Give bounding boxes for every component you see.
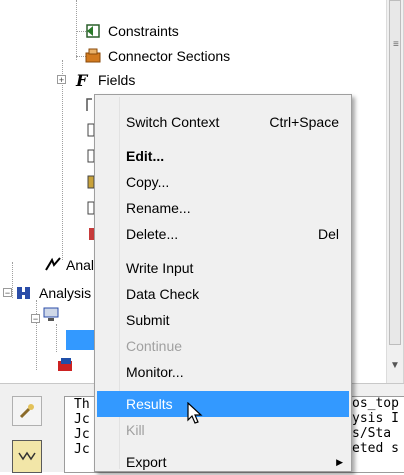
tree-item-icon: [87, 123, 94, 137]
menu-item-results[interactable]: Results: [97, 391, 349, 417]
tree-item-icon: [87, 149, 94, 163]
analysis-steps-icon: [45, 257, 61, 271]
menu-item-label: Data Check: [126, 286, 200, 302]
fields-icon: F: [75, 71, 89, 89]
menu-item-label: Delete...: [126, 226, 179, 242]
jobs-icon: [17, 287, 30, 299]
menu-item-label: Results: [126, 396, 173, 412]
scroll-down-arrow-icon[interactable]: ▼: [390, 360, 400, 371]
tree-scrollbar[interactable]: ≡ ▼: [386, 0, 403, 383]
constraints-icon: [86, 24, 100, 38]
menu-item-data-check[interactable]: Data Check: [97, 281, 349, 307]
menu-item-switch-context[interactable]: Switch Context Ctrl+Space: [97, 109, 349, 135]
menu-item-rename[interactable]: Rename...: [97, 195, 349, 221]
svg-text:F: F: [75, 71, 89, 89]
menu-item-label: Copy...: [126, 174, 170, 190]
menu-item-label: Continue: [126, 338, 183, 354]
tree-item-label: Connector Sections: [108, 48, 231, 64]
menu-item-label: Monitor...: [126, 364, 184, 380]
tree-connector-line: [76, 0, 77, 60]
scroll-thumb[interactable]: ≡: [389, 0, 401, 345]
job-manager-icon: [58, 358, 72, 371]
python-icon: [18, 451, 36, 461]
message-tool-button[interactable]: [12, 396, 42, 426]
menu-item-label: Kill: [126, 422, 145, 438]
expand-plus-icon[interactable]: +: [57, 75, 66, 85]
tree-connector-line: [56, 324, 57, 352]
menu-item-shortcut: Ctrl+Space: [269, 114, 339, 130]
menu-item-monitor[interactable]: Monitor...: [97, 359, 349, 385]
menu-item-delete[interactable]: Delete... Del: [97, 221, 349, 247]
menu-item-submit[interactable]: Submit: [97, 307, 349, 333]
tree-item-icon: [87, 201, 94, 215]
menu-item-label: Switch Context: [126, 114, 220, 130]
message-line-fragment: os_top: [352, 396, 399, 411]
menu-item-kill: Kill: [97, 417, 349, 443]
collapse-minus-icon[interactable]: −: [3, 288, 12, 298]
menu-item-continue: Continue: [97, 333, 349, 359]
menu-item-label: Submit: [126, 312, 170, 328]
tree-item-label: Analysis: [39, 285, 92, 301]
mouse-pointer-icon: [187, 402, 203, 424]
menu-item-label: Edit...: [126, 148, 165, 164]
menu-item-label: Write Input: [126, 260, 194, 276]
scroll-grip-icon: ≡: [393, 39, 399, 50]
tree-item-label: Fields: [98, 72, 136, 88]
python-tool-button[interactable]: [12, 440, 42, 473]
message-line-fragment: ysis I: [352, 411, 399, 426]
tree-item-label: Constraints: [108, 23, 179, 39]
menu-item-write-input[interactable]: Write Input: [97, 255, 349, 281]
message-line-fragment: s/Sta: [352, 426, 392, 441]
menu-item-edit[interactable]: Edit...: [97, 143, 349, 169]
menu-item-label: Export: [126, 454, 167, 470]
tree-connector-line: [62, 60, 63, 260]
computer-icon: [43, 307, 59, 321]
brush-icon: [19, 404, 34, 419]
tree-connector-line: [36, 300, 37, 370]
context-menu: Switch Context Ctrl+Space Edit... Copy..…: [94, 94, 352, 472]
message-line-fragment: eted s: [352, 441, 399, 456]
tree-connector-line: [12, 262, 13, 298]
menu-item-export[interactable]: Export ▶: [97, 449, 349, 475]
submenu-arrow-icon: ▶: [336, 457, 343, 467]
tree-item-icon: [87, 175, 94, 189]
collapse-minus-icon[interactable]: −: [31, 314, 40, 324]
connector-sections-icon: [85, 48, 101, 63]
selected-job-highlight[interactable]: [66, 330, 94, 350]
tree-item-icon: [89, 228, 94, 240]
menu-item-shortcut: Del: [317, 226, 339, 242]
menu-item-label: Rename...: [126, 200, 191, 216]
menu-item-copy[interactable]: Copy...: [97, 169, 349, 195]
